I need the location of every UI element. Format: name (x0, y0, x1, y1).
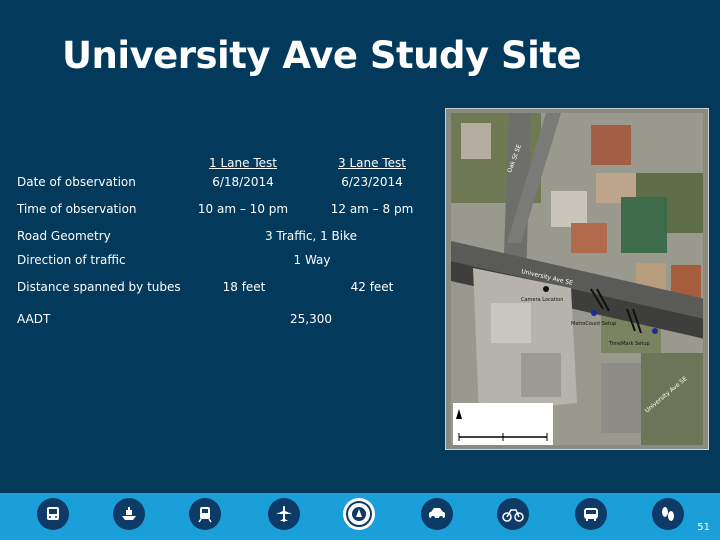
aadt-value: 25,300 (290, 312, 332, 326)
row-label-time: Time of observation (17, 202, 137, 216)
slide-title: University Ave Study Site (62, 34, 582, 77)
aerial-site-map: Oak St SE University Ave SE University A… (445, 108, 709, 450)
mndot-seal-icon (343, 498, 375, 530)
row-label-direction: Direction of traffic (17, 253, 126, 267)
map-label-metrocount: MetroCount Setup (571, 321, 616, 327)
row-label-aadt: AADT (17, 312, 51, 326)
page-number: 51 (697, 522, 710, 533)
bus-icon (37, 498, 69, 530)
column-header-1-lane: 1 Lane Test (209, 156, 277, 170)
date-3-lane: 6/23/2014 (341, 175, 403, 189)
distance-1-lane: 18 feet (222, 280, 266, 294)
column-header-3-lane: 3 Lane Test (338, 156, 406, 170)
map-label-camera: Camera Location (521, 297, 563, 303)
time-3-lane: 12 am – 8 pm (330, 202, 414, 216)
car-icon (421, 498, 453, 530)
bicycle-icon (497, 498, 529, 530)
footer-icon-bar: 51 (0, 493, 720, 540)
distance-3-lane: 42 feet (350, 280, 394, 294)
ship-icon (113, 498, 145, 530)
aerial-map-image: Oak St SE University Ave SE University A… (451, 113, 703, 445)
date-1-lane: 6/18/2014 (212, 175, 274, 189)
direction-value: 1 Way (293, 253, 331, 267)
airplane-icon (268, 498, 300, 530)
row-label-distance: Distance spanned by tubes (17, 280, 181, 294)
row-label-geometry: Road Geometry (17, 229, 111, 243)
train-icon (189, 498, 221, 530)
time-1-lane: 10 am – 10 pm (197, 202, 289, 216)
map-label-timemark: TimeMark Setup (608, 341, 650, 347)
road-geometry-value: 3 Traffic, 1 Bike (264, 229, 358, 243)
footprints-icon (652, 498, 684, 530)
transit-bus-icon (575, 498, 607, 530)
row-label-date: Date of observation (17, 175, 136, 189)
